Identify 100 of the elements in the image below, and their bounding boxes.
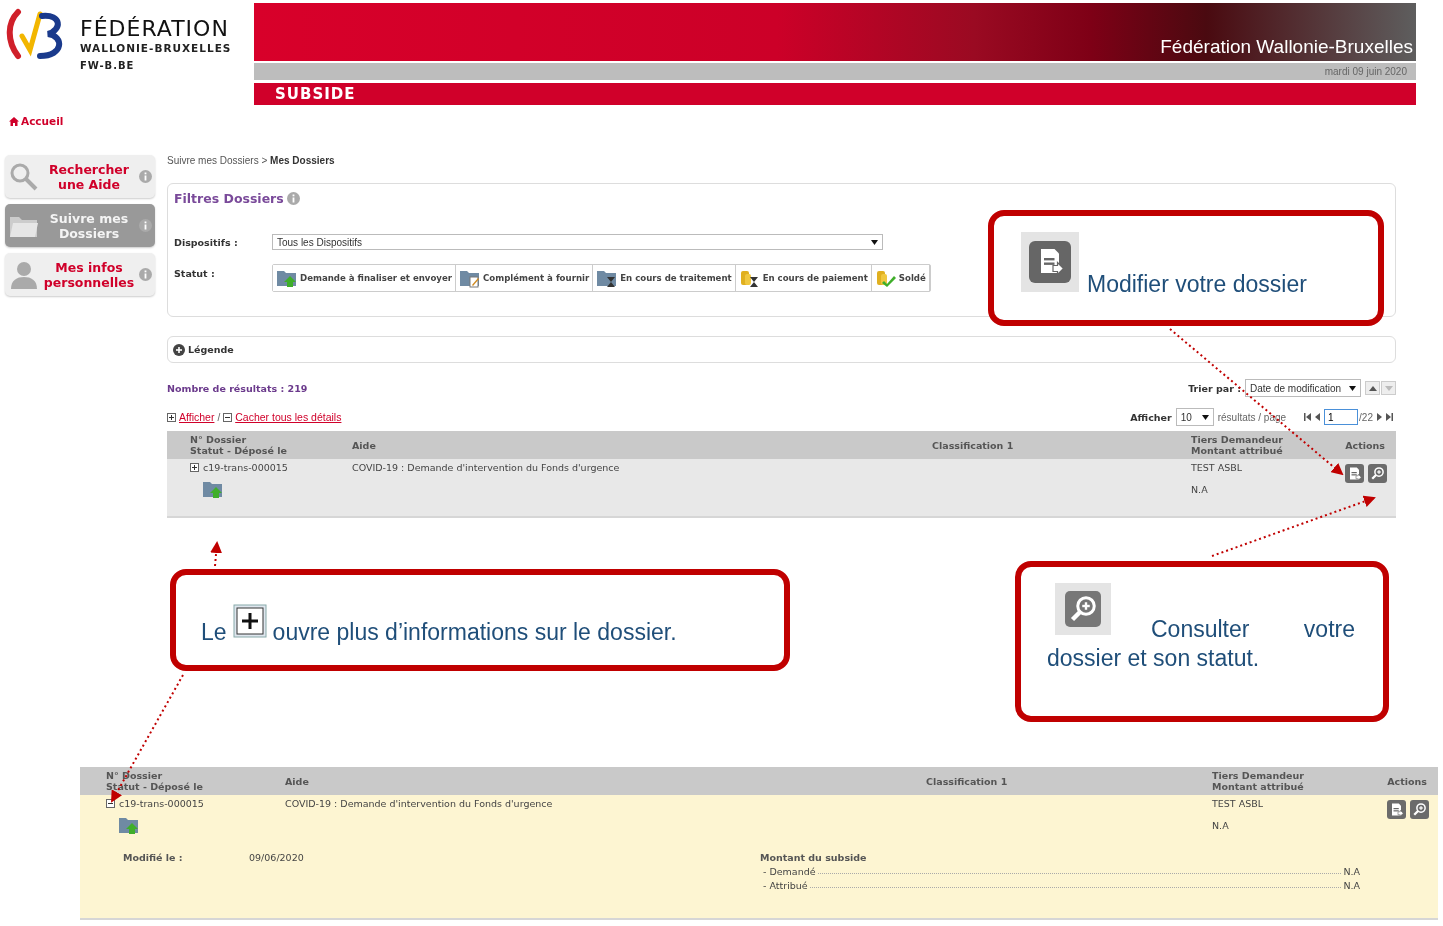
per-page-suffix: résultats / page [1217,411,1287,423]
info-icon [139,170,152,183]
hide-all-link[interactable]: Cacher tous les détails [235,411,342,423]
document-arrow-icon [1389,802,1404,817]
callout-text: Consulter votre [1151,616,1355,643]
breadcrumb-current: Mes Dossiers [270,155,335,166]
next-page-button[interactable] [1377,413,1382,421]
info-icon [139,268,152,281]
zoom-in-icon [1370,466,1385,481]
logo-subtitle: WALLONIE-BRUXELLES [80,41,232,55]
caret-icon [871,239,878,245]
panel-title: Filtres Dossiers [174,190,284,206]
zoom-in-icon [1065,591,1101,627]
table-cell-text: N.A [1191,484,1209,495]
last-page-icon [1386,413,1393,421]
plus-circle-icon [173,343,185,356]
field-label: - Attribué [763,880,808,891]
section-title: SUBSIDE [275,85,356,104]
next-page-icon [1377,413,1382,421]
column-header: Aide [352,439,377,451]
breadcrumb-link[interactable]: Suivre mes Dossiers [167,155,259,166]
plus-box-icon [167,412,176,422]
section-title: Montant du subside [760,852,867,863]
view-button[interactable] [1368,464,1387,483]
field-value: 09/06/2020 [249,852,304,863]
logo-url: FW-B.BE [80,60,136,71]
callout-text: Le [201,619,227,646]
sort-select[interactable]: Date de modification [1245,379,1361,397]
table-cell-text: TEST ASBL [1191,462,1243,473]
field-value: N.A [1343,866,1360,877]
sidebar-item[interactable]: Mes infos personnelles [5,253,155,296]
leader-line [210,541,223,567]
callout-text: ouvre plus d’informations sur le dossier. [272,619,677,646]
column-header: Tiers Demandeur Montant attribué [1191,434,1284,456]
legend-panel[interactable]: Légende [167,336,1396,363]
coins-hourglass-icon [738,268,761,288]
minus-box-icon [106,799,115,808]
sort-ascending-button[interactable] [1365,381,1380,395]
previous-page-icon [1315,413,1321,421]
caret-icon [1201,414,1209,420]
folder-pencil-icon [459,268,481,288]
table-cell: COVID-19 : Demande d'intervention du Fonds d'urgence [352,462,620,473]
per-page-label: Afficher [1130,411,1172,423]
minus-box-icon [223,412,233,422]
plus-box-icon [190,463,199,472]
folder-hourglass-icon [596,268,619,288]
status-filter-button[interactable]: Demande à finaliser et envoyer [273,265,456,291]
show-all-link[interactable]: Afficher [179,411,215,423]
folder-arrow-icon [118,815,140,835]
field-label: Modifié le : [123,852,184,865]
per-page-select[interactable]: 10 [1175,408,1214,426]
sidebar-item[interactable]: Rechercher une Aide [5,155,155,198]
column-header: Actions [1386,775,1427,787]
document-arrow-icon [1347,466,1362,481]
folder-arrow-icon [276,268,298,288]
legend-label: Légende [188,344,234,355]
breadcrumb-separator: > [261,155,268,166]
dossier-number: c19-trans-000015 [119,798,204,809]
info-icon [286,191,300,205]
column-header: N° Dossier Statut - Déposé le [190,434,288,456]
banner-title: Fédération Wallonie-Bruxelles [1160,35,1413,58]
field-label: Dispositifs : [174,236,239,248]
callout-text: dossier et son statut. [1047,645,1261,672]
table-cell-text: TEST ASBL [1212,798,1264,809]
page-total: /22 [1359,411,1373,423]
folder-arrow-icon [202,479,224,499]
table-cell-text: N.A [1212,820,1230,831]
logo-title: FÉDÉRATION [80,17,230,41]
coins-check-icon [874,268,897,288]
expand-toggle[interactable] [190,463,199,472]
home-icon [9,116,19,126]
magnifier-icon [9,161,39,192]
column-header: Actions [1344,439,1385,451]
plus-box-icon [232,603,267,638]
zoom-in-icon [1412,802,1427,817]
last-page-button[interactable] [1386,413,1393,421]
first-page-icon [1304,413,1312,421]
first-page-button[interactable] [1304,413,1312,421]
callout-text: Modifier votre dossier [1087,271,1307,298]
field-label: Statut : [174,268,216,279]
link-separator: / [217,411,221,423]
date-text: mardi 09 juin 2020 [1324,66,1407,78]
dossier-number: c19-trans-000015 [203,462,288,473]
column-header: Classification 1 [932,439,1015,451]
edit-button[interactable] [1345,464,1364,483]
view-button[interactable] [1410,800,1429,819]
collapse-toggle[interactable] [106,799,115,808]
column-header: N° Dossier Statut - Déposé le [106,770,204,792]
triangle-down-icon [1384,385,1393,391]
page-input[interactable]: 1 [1324,409,1359,425]
edit-button[interactable] [1387,800,1406,819]
table-cell: COVID-19 : Demande d'intervention du Fonds d'urgence [285,798,553,809]
triangle-up-icon [1368,385,1377,391]
column-header: Classification 1 [926,775,1009,787]
home-link[interactable]: Accueil [9,115,64,127]
previous-page-button[interactable] [1315,413,1321,421]
field-value: N.A [1343,880,1360,891]
column-header: Tiers Demandeur Montant attribué [1212,770,1305,792]
column-header: Aide [285,775,310,787]
dispositifs-select[interactable]: Tous les Dispositifs [272,234,883,250]
